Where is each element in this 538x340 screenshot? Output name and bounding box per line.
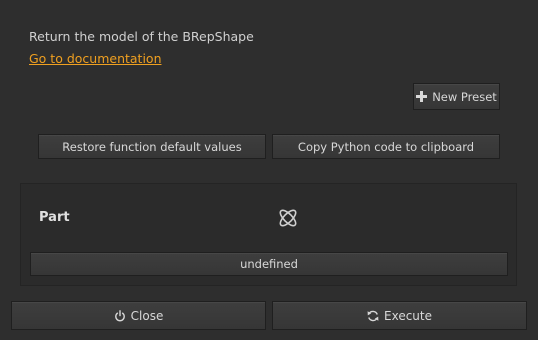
- refresh-icon: [367, 310, 379, 322]
- new-preset-button[interactable]: New Preset: [413, 83, 500, 110]
- new-preset-label: New Preset: [432, 89, 497, 104]
- part-value-label: undefined: [240, 257, 298, 271]
- part-label: Part: [39, 210, 70, 225]
- shape-icon: [276, 206, 300, 230]
- plus-icon: [416, 91, 428, 102]
- copy-python-button[interactable]: Copy Python code to clipboard: [272, 134, 500, 159]
- documentation-link[interactable]: Go to documentation: [29, 51, 162, 66]
- function-description: Return the model of the BRepShape: [29, 29, 254, 44]
- close-label: Close: [130, 308, 164, 323]
- restore-defaults-button[interactable]: Restore function default values: [38, 134, 266, 159]
- copy-python-label: Copy Python code to clipboard: [297, 139, 475, 154]
- restore-defaults-label: Restore function default values: [62, 139, 242, 154]
- power-icon: [114, 309, 126, 322]
- execute-button[interactable]: Execute: [272, 301, 527, 330]
- part-value-button[interactable]: undefined: [30, 252, 508, 276]
- close-button[interactable]: Close: [11, 301, 266, 330]
- execute-label: Execute: [384, 308, 432, 323]
